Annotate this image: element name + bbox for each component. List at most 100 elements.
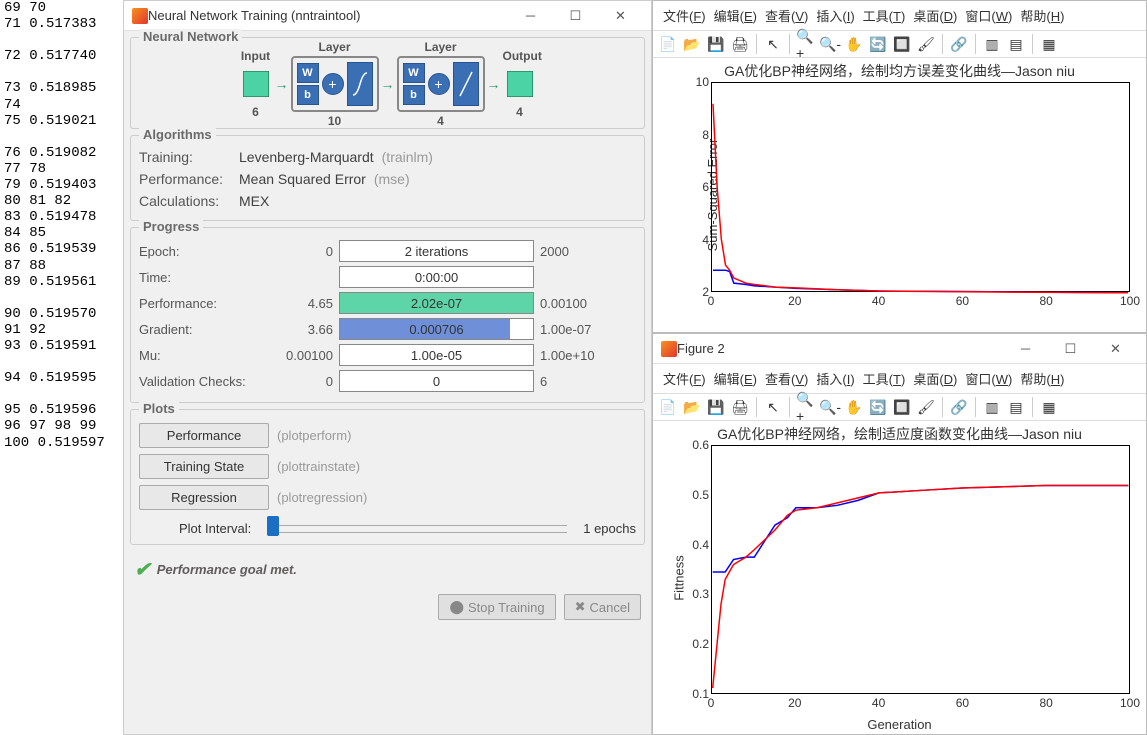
progress-panel: Progress Epoch:02 iterations2000 Time:0:…	[130, 227, 645, 403]
menu-insert[interactable]: 插入(I)	[812, 4, 858, 27]
toolbar: 📄 📂 💾 🖨 ↖ 🔍+ 🔍- ✋ 🔄 🔲 🖌 🔗 ▥ ▤ ▦	[653, 393, 1146, 421]
chart-1: GA优化BP神经网络，绘制均方误差变化曲线—Jason niu Sum-Squa…	[653, 58, 1146, 332]
check-icon: ✔	[134, 557, 151, 582]
link-icon[interactable]: 🔗	[948, 396, 970, 418]
menu-file[interactable]: 文件(F)	[659, 367, 710, 390]
colorbar-icon[interactable]: ▥	[981, 33, 1003, 55]
menu-tools[interactable]: 工具(T)	[859, 4, 910, 27]
panel-title: Plots	[139, 401, 179, 416]
pan-icon[interactable]: ✋	[843, 33, 865, 55]
new-icon[interactable]: 📄	[657, 396, 679, 418]
status-row: ✔ Performance goal met.	[124, 551, 651, 588]
minimize-button[interactable]: ─	[1003, 335, 1048, 363]
menu-view[interactable]: 查看(V)	[761, 4, 812, 27]
nn-input: Input 6	[239, 67, 273, 101]
minimize-button[interactable]: ─	[508, 2, 553, 30]
open-icon[interactable]: 📂	[681, 396, 703, 418]
stop-training-button[interactable]: ⬤Stop Training	[438, 594, 555, 620]
print-icon[interactable]: 🖨	[729, 33, 751, 55]
cancel-button[interactable]: ✖Cancel	[564, 594, 641, 620]
time-bar: 0:00:00	[339, 266, 534, 288]
menubar: 文件(F) 编辑(E) 查看(V) 插入(I) 工具(T) 桌面(D) 窗口(W…	[653, 364, 1146, 393]
plots-panel: Plots Performance(plotperform) Training …	[130, 409, 645, 545]
y-axis-label: Fittness	[671, 555, 686, 601]
titlebar: Neural Network Training (nntraintool) ─ …	[124, 1, 651, 31]
menu-edit[interactable]: 编辑(E)	[710, 4, 761, 27]
menu-tools[interactable]: 工具(T)	[859, 367, 910, 390]
nn-diagram: Input 6 → Layer Wb + 10 → Layer	[139, 48, 636, 120]
legend-icon[interactable]: ▤	[1005, 396, 1027, 418]
print-icon[interactable]: 🖨	[729, 396, 751, 418]
x-axis-label: Generation	[653, 717, 1146, 732]
menu-desktop[interactable]: 桌面(D)	[909, 367, 961, 390]
panel-title: Algorithms	[139, 127, 216, 142]
nn-hidden-layer: Layer Wb + 10	[291, 56, 379, 112]
stop-icon: ⬤	[449, 599, 464, 615]
save-icon[interactable]: 💾	[705, 33, 727, 55]
matlab-icon	[132, 8, 148, 24]
brush-icon[interactable]: 🖌	[915, 33, 937, 55]
window-title: Neural Network Training (nntraintool)	[148, 8, 360, 23]
maximize-button[interactable]: ☐	[553, 2, 598, 30]
menu-view[interactable]: 查看(V)	[761, 367, 812, 390]
zoom-in-icon[interactable]: 🔍+	[795, 33, 817, 55]
performance-plot-button[interactable]: Performance	[139, 423, 269, 448]
new-icon[interactable]: 📄	[657, 33, 679, 55]
nn-output: Output 4	[503, 67, 537, 101]
regression-plot-button[interactable]: Regression	[139, 485, 269, 510]
chart-title: GA优化BP神经网络，绘制均方误差变化曲线—Jason niu	[653, 58, 1146, 84]
panel-title: Progress	[139, 219, 203, 234]
pointer-icon[interactable]: ↖	[762, 396, 784, 418]
menu-insert[interactable]: 插入(I)	[812, 367, 858, 390]
brush-icon[interactable]: 🖌	[915, 396, 937, 418]
close-button[interactable]: ✕	[1093, 335, 1138, 363]
menu-edit[interactable]: 编辑(E)	[710, 367, 761, 390]
zoom-out-icon[interactable]: 🔍-	[819, 396, 841, 418]
colorbar-icon[interactable]: ▥	[981, 396, 1003, 418]
datatip-icon[interactable]: 🔲	[891, 396, 913, 418]
rotate-icon[interactable]: 🔄	[867, 396, 889, 418]
window-title: Figure 2	[677, 341, 725, 356]
plot-interval-slider[interactable]	[267, 525, 567, 533]
chart-2: GA优化BP神经网络，绘制适应度函数变化曲线—Jason niu Fittnes…	[653, 421, 1146, 734]
mu-bar: 1.00e-05	[339, 344, 534, 366]
menu-file[interactable]: 文件(F)	[659, 4, 710, 27]
zoom-out-icon[interactable]: 🔍-	[819, 33, 841, 55]
menu-window[interactable]: 窗口(W)	[961, 4, 1016, 27]
arrow-icon: →	[275, 76, 289, 92]
plot-interval-label: Plot Interval:	[139, 521, 259, 536]
layout-icon[interactable]: ▦	[1038, 33, 1060, 55]
arrow-icon: →	[381, 76, 395, 92]
zoom-in-icon[interactable]: 🔍+	[795, 396, 817, 418]
validation-bar: 0	[339, 370, 534, 392]
layout-icon[interactable]: ▦	[1038, 396, 1060, 418]
arrow-icon: →	[487, 76, 501, 92]
maximize-button[interactable]: ☐	[1048, 335, 1093, 363]
gradient-bar: 0.000706	[339, 318, 534, 340]
close-button[interactable]: ✕	[598, 2, 643, 30]
figure-2-window: Figure 2 ─ ☐ ✕ 文件(F) 编辑(E) 查看(V) 插入(I) 工…	[652, 333, 1147, 735]
pan-icon[interactable]: ✋	[843, 396, 865, 418]
legend-icon[interactable]: ▤	[1005, 33, 1027, 55]
neural-network-panel: Neural Network Input 6 → Layer Wb + 10 →	[130, 37, 645, 129]
figure-1-window: 文件(F) 编辑(E) 查看(V) 插入(I) 工具(T) 桌面(D) 窗口(W…	[652, 0, 1147, 333]
save-icon[interactable]: 💾	[705, 396, 727, 418]
panel-title: Neural Network	[139, 29, 242, 44]
toolbar: 📄 📂 💾 🖨 ↖ 🔍+ 🔍- ✋ 🔄 🔲 🖌 🔗 ▥ ▤ ▦	[653, 30, 1146, 58]
nntraintool-window: Neural Network Training (nntraintool) ─ …	[123, 0, 652, 735]
open-icon[interactable]: 📂	[681, 33, 703, 55]
menu-help[interactable]: 帮助(H)	[1016, 4, 1068, 27]
algorithms-panel: Algorithms Training:Levenberg-Marquardt(…	[130, 135, 645, 221]
chart-title: GA优化BP神经网络，绘制适应度函数变化曲线—Jason niu	[653, 421, 1146, 447]
menu-window[interactable]: 窗口(W)	[961, 367, 1016, 390]
training-state-plot-button[interactable]: Training State	[139, 454, 269, 479]
rotate-icon[interactable]: 🔄	[867, 33, 889, 55]
menu-help[interactable]: 帮助(H)	[1016, 367, 1068, 390]
menu-desktop[interactable]: 桌面(D)	[909, 4, 961, 27]
pointer-icon[interactable]: ↖	[762, 33, 784, 55]
link-icon[interactable]: 🔗	[948, 33, 970, 55]
datatip-icon[interactable]: 🔲	[891, 33, 913, 55]
performance-bar: 2.02e-07	[339, 292, 534, 314]
console-numbers: 69 70 71 0.517383 72 0.517740 73 0.51898…	[0, 0, 123, 735]
plot-interval-value: 1 epochs	[575, 521, 636, 536]
